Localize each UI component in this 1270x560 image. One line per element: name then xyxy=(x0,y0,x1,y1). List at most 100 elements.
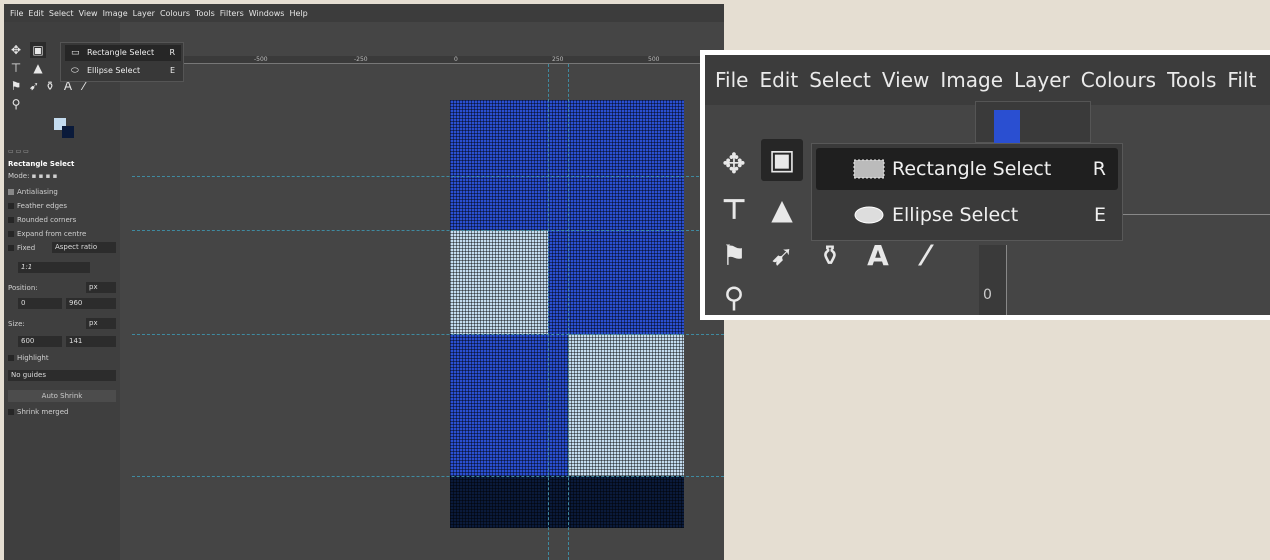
zoom-warp-tool-icon[interactable]: ▲ xyxy=(761,189,803,231)
menu-file[interactable]: File xyxy=(10,9,23,18)
smudge-tool-icon[interactable]: ➹ xyxy=(26,78,42,94)
flyout-ellipse-select[interactable]: ⬭ Ellipse Select E xyxy=(65,63,181,79)
expand-row[interactable]: Expand from centre xyxy=(8,230,86,238)
checkbox-rounded[interactable] xyxy=(8,217,14,223)
clone-tool-icon[interactable]: ⚑ xyxy=(8,78,24,94)
menu-tools[interactable]: Tools xyxy=(195,9,215,18)
rect-select-tool-icon[interactable]: ▣ xyxy=(30,42,46,58)
tool-options-title: Rectangle Select xyxy=(8,160,75,168)
guide-line xyxy=(132,334,724,335)
rect-select-icon xyxy=(853,159,885,179)
antialiasing-row[interactable]: Antialiasing xyxy=(8,188,58,196)
zoom-menu-layer[interactable]: Layer xyxy=(1014,68,1070,92)
rounded-label: Rounded corners xyxy=(17,216,77,224)
aspect-ratio-select[interactable]: Aspect ratio xyxy=(52,242,116,253)
zoom-flyout-item-label: Ellipse Select xyxy=(892,204,1019,226)
size-w-input[interactable]: 600 xyxy=(18,336,62,347)
checkbox-fixed[interactable] xyxy=(8,245,14,251)
checkbox-antialiasing[interactable] xyxy=(8,189,14,195)
zoom-menu-tools[interactable]: Tools xyxy=(1167,68,1216,92)
guide-line xyxy=(132,476,724,477)
shrink-merged-row[interactable]: Shrink merged xyxy=(8,408,69,416)
image-light-block-2 xyxy=(568,334,684,476)
zoom-ruler-label: 0 xyxy=(983,287,992,303)
zoom-menu-file[interactable]: File xyxy=(715,68,748,92)
guide-line xyxy=(568,64,569,560)
zoom-clone-tool-icon[interactable]: ⚑ xyxy=(713,235,755,277)
flyout-rectangle-select[interactable]: ▭ Rectangle Select R xyxy=(65,45,181,61)
mode-row: Mode: ▪ ▪ ▪ ▪ xyxy=(8,172,57,180)
rounded-row[interactable]: Rounded corners xyxy=(8,216,76,224)
mode-label: Mode: xyxy=(8,172,30,180)
zoom-fg-swatch xyxy=(994,110,1020,144)
zoom-menu-edit[interactable]: Edit xyxy=(759,68,798,92)
warp-tool-icon[interactable]: ▲ xyxy=(30,60,46,76)
menu-windows[interactable]: Windows xyxy=(249,9,285,18)
menu-help[interactable]: Help xyxy=(289,9,307,18)
zoom-align-tool-icon[interactable]: ⊤ xyxy=(713,189,755,231)
guides-select[interactable]: No guides xyxy=(8,370,116,381)
zoom-rect-select-tool-icon[interactable]: ▣ xyxy=(761,139,803,181)
menu-layer[interactable]: Layer xyxy=(133,9,155,18)
guide-line xyxy=(132,230,724,231)
fixed-row[interactable]: Fixed xyxy=(8,244,35,252)
menu-filters[interactable]: Filters xyxy=(220,9,244,18)
position-y-input[interactable]: 960 xyxy=(66,298,116,309)
guide-line xyxy=(548,64,549,560)
fixed-label: Fixed xyxy=(17,244,36,252)
feather-label: Feather edges xyxy=(17,202,67,210)
image-dark-selection[interactable] xyxy=(450,476,684,528)
antialiasing-label: Antialiasing xyxy=(17,188,58,196)
zoom-smudge-tool-icon[interactable]: ➹ xyxy=(761,235,803,277)
position-x-input[interactable]: 0 xyxy=(18,298,62,309)
options-tabs[interactable]: ▭ ▭ ▭ xyxy=(8,148,29,155)
auto-shrink-button[interactable]: Auto Shrink xyxy=(8,390,116,402)
checkbox-highlight[interactable] xyxy=(8,355,14,361)
zoom-picker-tool-icon[interactable]: ⁄ xyxy=(905,235,947,277)
menu-image[interactable]: Image xyxy=(103,9,128,18)
checkbox-feather[interactable] xyxy=(8,203,14,209)
zoom-flyout-rectangle-select[interactable]: Rectangle Select R xyxy=(816,148,1118,190)
zoom-move-tool-icon[interactable]: ✥ xyxy=(713,143,755,185)
ruler-label: 0 xyxy=(454,56,458,63)
zoom-menu-filters[interactable]: Filt xyxy=(1227,68,1256,92)
size-unit-select[interactable]: px xyxy=(86,318,116,329)
zoom-flyout-ellipse-select[interactable]: Ellipse Select E xyxy=(816,194,1118,236)
zoom-text-tool-icon[interactable]: A xyxy=(857,235,899,277)
position-unit-select[interactable]: px xyxy=(86,282,116,293)
menu-select[interactable]: Select xyxy=(49,9,74,18)
move-tool-icon[interactable]: ✥ xyxy=(8,42,24,58)
checkbox-expand[interactable] xyxy=(8,231,14,237)
bg-color-swatch[interactable] xyxy=(62,126,74,138)
bucket-tool-icon[interactable]: ⚱ xyxy=(42,78,58,94)
ellipse-select-icon: ⬭ xyxy=(71,66,79,76)
zoom-vruler: 0 xyxy=(979,245,1007,315)
highlight-row[interactable]: Highlight xyxy=(8,354,49,362)
zoom-ruler xyxy=(1123,203,1270,215)
ratio-input[interactable]: 1:1 xyxy=(18,262,90,273)
flyout-shortcut: R xyxy=(169,48,175,57)
menu-view[interactable]: View xyxy=(79,9,98,18)
mode-buttons[interactable]: ▪ ▪ ▪ ▪ xyxy=(32,172,58,180)
zoom-menu-view[interactable]: View xyxy=(882,68,929,92)
zoom-menu-select[interactable]: Select xyxy=(809,68,871,92)
zoom-tool-icon[interactable]: ⚲ xyxy=(8,96,24,112)
menu-colours[interactable]: Colours xyxy=(160,9,190,18)
flyout-shortcut: E xyxy=(169,66,175,75)
zoom-menu-colours[interactable]: Colours xyxy=(1081,68,1156,92)
menu-edit[interactable]: Edit xyxy=(28,9,44,18)
toolbox-panel: ✥ ▣ ⊤ ▲ ⚑ ➹ ⚱ A ⁄ ⚲ ▭ ▭ ▭ Rectangle Sele… xyxy=(4,22,120,560)
zoom-menu-image[interactable]: Image xyxy=(940,68,1003,92)
checkbox-shrink-merged[interactable] xyxy=(8,409,14,415)
zoom-zoom-tool-icon[interactable]: ⚲ xyxy=(713,277,755,315)
shrink-merged-label: Shrink merged xyxy=(17,408,69,416)
rect-select-icon: ▭ xyxy=(71,48,80,58)
feather-row[interactable]: Feather edges xyxy=(8,202,67,210)
zoom-flyout-shortcut: R xyxy=(1092,158,1106,180)
guide-line xyxy=(132,176,724,177)
align-tool-icon[interactable]: ⊤ xyxy=(8,60,24,76)
image-light-block-1 xyxy=(450,230,548,334)
main-window: File Edit Select View Image Layer Colour… xyxy=(4,4,724,560)
size-h-input[interactable]: 141 xyxy=(66,336,116,347)
zoom-bucket-tool-icon[interactable]: ⚱ xyxy=(809,235,851,277)
